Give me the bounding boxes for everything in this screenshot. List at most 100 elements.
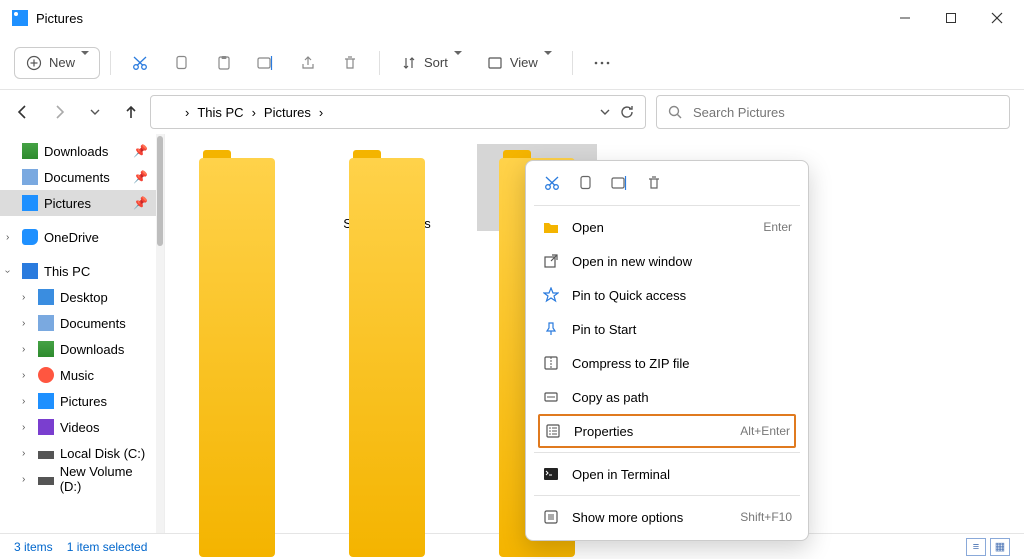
videos-icon: [38, 419, 54, 435]
desktop-icon: [38, 289, 54, 305]
search-box[interactable]: [656, 95, 1010, 129]
maximize-button[interactable]: [928, 2, 974, 34]
rename-icon: [257, 54, 275, 72]
collapse-icon[interactable]: ›: [2, 269, 13, 272]
ctx-open-terminal[interactable]: Open in Terminal: [526, 457, 808, 491]
folder-item[interactable]: Saved Pictures: [327, 144, 447, 231]
sidebar-item-newvolume[interactable]: ›New Volume (D:): [0, 466, 164, 492]
sidebar-item-downloads[interactable]: ›Downloads: [0, 336, 164, 362]
search-input[interactable]: [691, 104, 999, 121]
ctx-show-more[interactable]: Show more options Shift+F10: [526, 500, 808, 534]
sidebar-item-localdisk[interactable]: ›Local Disk (C:): [0, 440, 164, 466]
chevron-down-icon: [454, 55, 462, 70]
rename-button[interactable]: [247, 48, 285, 78]
recent-button[interactable]: [86, 103, 104, 121]
ctx-copy-path[interactable]: Copy as path: [526, 380, 808, 414]
ctx-open[interactable]: Open Enter: [526, 210, 808, 244]
pictures-icon: [161, 104, 177, 120]
sort-button[interactable]: Sort: [390, 48, 472, 78]
folder-icon: [199, 150, 275, 208]
forward-button[interactable]: [50, 103, 68, 121]
up-button[interactable]: [122, 103, 140, 121]
open-folder-icon: [542, 218, 560, 236]
sidebar-item-downloads[interactable]: Downloads 📌: [0, 138, 164, 164]
terminal-icon: [542, 465, 560, 483]
ctx-cut-button[interactable]: [542, 173, 562, 193]
sort-icon: [400, 54, 418, 72]
item-count: 3 items: [14, 540, 53, 554]
folder-item[interactable]: Camera Roll: [177, 144, 297, 231]
close-button[interactable]: [974, 2, 1020, 34]
context-menu: Open Enter Open in new window Pin to Qui…: [525, 160, 809, 541]
chevron-down-icon: [81, 55, 89, 70]
sidebar-item-pictures[interactable]: ›Pictures: [0, 388, 164, 414]
copy-button[interactable]: [163, 48, 201, 78]
sidebar-item-documents[interactable]: Documents 📌: [0, 164, 164, 190]
view-button[interactable]: View: [476, 48, 562, 78]
documents-icon: [22, 169, 38, 185]
disk-icon: [38, 477, 54, 485]
expand-icon[interactable]: ›: [6, 232, 9, 243]
pin-icon: 📌: [133, 144, 148, 158]
music-icon: [38, 367, 54, 383]
onedrive-icon: [22, 229, 38, 245]
documents-icon: [38, 315, 54, 331]
ctx-pin-start[interactable]: Pin to Start: [526, 312, 808, 346]
trash-icon: [341, 54, 359, 72]
title-bar: Pictures: [0, 0, 1024, 36]
ctx-properties[interactable]: Properties Alt+Enter: [538, 414, 796, 448]
breadcrumb-item[interactable]: This PC: [197, 105, 243, 120]
pictures-app-icon: [12, 10, 28, 26]
new-button[interactable]: New: [14, 47, 100, 79]
navigation-row: › This PC › Pictures ›: [0, 90, 1024, 134]
sidebar-item-documents[interactable]: ›Documents: [0, 310, 164, 336]
more-options-icon: [542, 508, 560, 526]
view-icon: [486, 54, 504, 72]
navigation-pane: Downloads 📌 Documents 📌 Pictures 📌 › One…: [0, 134, 165, 533]
folder-icon: [349, 150, 425, 208]
ctx-delete-button[interactable]: [644, 173, 664, 193]
breadcrumb-separator: ›: [252, 105, 256, 120]
sidebar-scrollbar[interactable]: [156, 134, 164, 533]
chevron-down-icon: [544, 55, 552, 70]
ctx-compress-zip[interactable]: Compress to ZIP file: [526, 346, 808, 380]
properties-icon: [544, 422, 562, 440]
ctx-rename-button[interactable]: [610, 173, 630, 193]
sidebar-item-videos[interactable]: ›Videos: [0, 414, 164, 440]
cut-button[interactable]: [121, 48, 159, 78]
sort-label: Sort: [424, 55, 448, 70]
pin-icon: [542, 320, 560, 338]
sidebar-item-pictures[interactable]: Pictures 📌: [0, 190, 164, 216]
breadcrumb-separator: ›: [319, 105, 323, 120]
address-bar[interactable]: › This PC › Pictures ›: [150, 95, 646, 129]
back-button[interactable]: [14, 103, 32, 121]
scissors-icon: [131, 54, 149, 72]
refresh-button[interactable]: [619, 104, 635, 120]
more-button[interactable]: [583, 48, 621, 78]
ctx-copy-button[interactable]: [576, 173, 596, 193]
sidebar-item-music[interactable]: ›Music: [0, 362, 164, 388]
minimize-button[interactable]: [882, 2, 928, 34]
paste-button[interactable]: [205, 48, 243, 78]
delete-button[interactable]: [331, 48, 369, 78]
new-window-icon: [542, 252, 560, 270]
breadcrumb-item[interactable]: Pictures: [264, 105, 311, 120]
thispc-icon: [22, 263, 38, 279]
toolbar: New Sort View: [0, 36, 1024, 90]
sidebar-item-desktop[interactable]: ›Desktop: [0, 284, 164, 310]
ellipsis-icon: [593, 54, 611, 72]
ctx-open-new-window[interactable]: Open in new window: [526, 244, 808, 278]
share-icon: [299, 54, 317, 72]
zip-icon: [542, 354, 560, 372]
breadcrumb-separator: ›: [185, 105, 189, 120]
pictures-icon: [22, 195, 38, 211]
downloads-icon: [38, 341, 54, 357]
address-dropdown[interactable]: [599, 106, 611, 118]
details-view-button[interactable]: ≡: [966, 538, 986, 556]
sidebar-item-thispc[interactable]: › This PC: [0, 258, 164, 284]
sidebar-item-onedrive[interactable]: › OneDrive: [0, 224, 164, 250]
copy-path-icon: [542, 388, 560, 406]
icons-view-button[interactable]: ▦: [990, 538, 1010, 556]
ctx-pin-quick-access[interactable]: Pin to Quick access: [526, 278, 808, 312]
share-button[interactable]: [289, 48, 327, 78]
